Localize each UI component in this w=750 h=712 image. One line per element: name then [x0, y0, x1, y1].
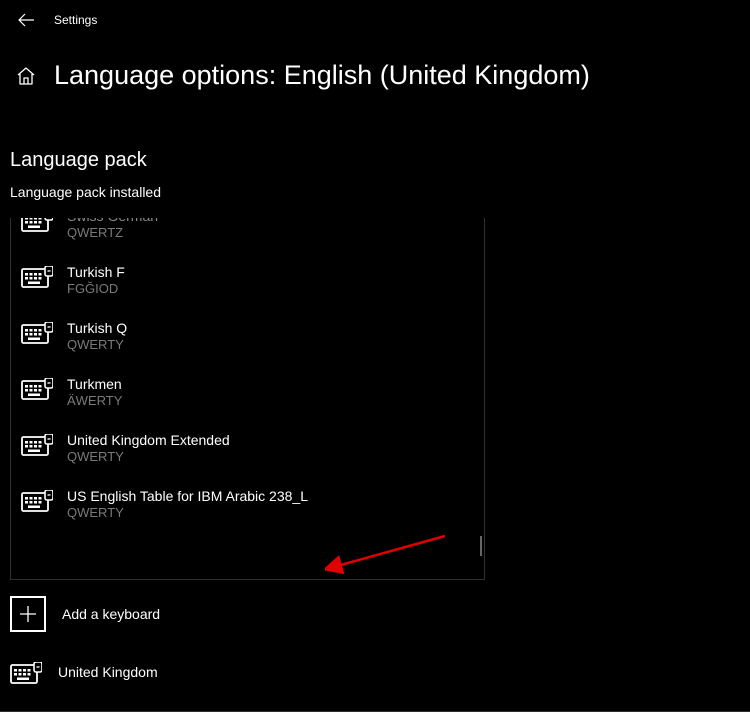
keyboard-name: Turkish F	[67, 264, 125, 280]
keyboard-name: Turkish Q	[67, 320, 127, 336]
keyboard-layout: QWERTY	[67, 505, 308, 520]
app-title: Settings	[54, 13, 97, 27]
page-header: Language options: English (United Kingdo…	[0, 40, 750, 101]
keyboard-name: Turkmen	[67, 376, 122, 392]
keyboard-list-item[interactable]: Turkish FFGĞIOD	[11, 252, 484, 308]
plus-icon	[10, 596, 46, 632]
keyboard-name: United Kingdom Extended	[67, 432, 230, 448]
keyboard-name: US English Table for IBM Arabic 238_L	[67, 488, 308, 504]
keyboard-icon	[10, 662, 42, 684]
keyboard-icon	[21, 434, 53, 456]
add-keyboard-button[interactable]: Add a keyboard	[0, 580, 750, 644]
keyboard-dropdown-list[interactable]: Swiss GermanQWERTZ Turkish FFGĞIOD Turki…	[10, 218, 485, 580]
home-icon[interactable]	[16, 66, 36, 86]
keyboard-layout: QWERTY	[67, 449, 230, 464]
keyboard-list-item[interactable]: United Kingdom ExtendedQWERTY	[11, 420, 484, 476]
back-button[interactable]	[16, 10, 36, 30]
keyboard-icon	[21, 218, 53, 232]
keyboard-icon	[21, 322, 53, 344]
arrow-left-icon	[18, 13, 34, 27]
installed-keyboard-item[interactable]: United Kingdom	[0, 644, 750, 694]
keyboard-layout: ÄWERTY	[67, 393, 122, 408]
keyboard-icon	[21, 266, 53, 288]
keyboard-layout: FGĞIOD	[67, 281, 125, 296]
keyboard-name: Swiss German	[67, 218, 158, 224]
section-status: Language pack installed	[0, 182, 750, 212]
title-bar: Settings	[0, 0, 750, 40]
keyboard-layout: QWERTY	[67, 337, 127, 352]
page-title: Language options: English (United Kingdo…	[54, 60, 590, 91]
keyboard-list-item[interactable]: US English Table for IBM Arabic 238_LQWE…	[11, 476, 484, 532]
installed-keyboard-name: United Kingdom	[58, 664, 158, 680]
add-keyboard-label: Add a keyboard	[62, 606, 160, 622]
keyboard-list-item[interactable]: Swiss GermanQWERTZ	[11, 218, 484, 252]
keyboard-icon	[21, 378, 53, 400]
keyboard-icon	[21, 490, 53, 512]
keyboard-layout: QWERTZ	[67, 225, 158, 240]
section-heading: Language pack	[0, 101, 750, 182]
house-icon	[16, 67, 36, 85]
scrollbar-thumb[interactable]	[480, 536, 482, 556]
keyboard-list-item[interactable]: Turkish QQWERTY	[11, 308, 484, 364]
keyboard-list-item[interactable]: TurkmenÄWERTY	[11, 364, 484, 420]
